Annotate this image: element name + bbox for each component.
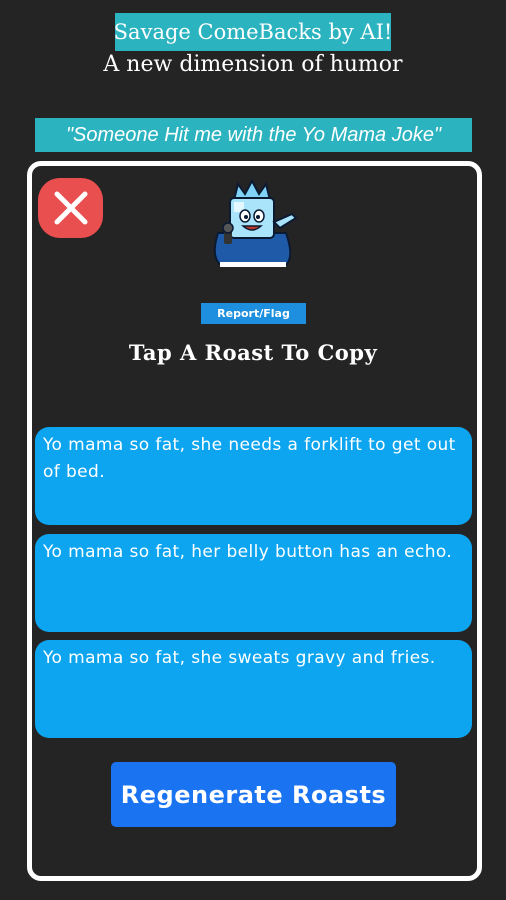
tap-to-copy-title: Tap A Roast To Copy (128, 340, 378, 365)
ice-king-mascot-icon (213, 178, 298, 267)
report-flag-button[interactable]: Report/Flag (201, 303, 306, 324)
regenerate-roasts-button[interactable]: Regenerate Roasts (111, 762, 396, 827)
roast-card[interactable]: Yo mama so fat, her belly button has an … (35, 534, 472, 632)
roast-card[interactable]: Yo mama so fat, she sweats gravy and fri… (35, 640, 472, 738)
roast-card[interactable]: Yo mama so fat, she needs a forklift to … (35, 427, 472, 525)
app-subtitle: A new dimension of humor (103, 52, 403, 77)
prompt-banner: "Someone Hit me with the Yo Mama Joke" (35, 118, 472, 152)
app-title: Savage ComeBacks by AI! (114, 13, 392, 51)
close-button[interactable] (38, 178, 103, 238)
close-x-icon (54, 191, 87, 225)
